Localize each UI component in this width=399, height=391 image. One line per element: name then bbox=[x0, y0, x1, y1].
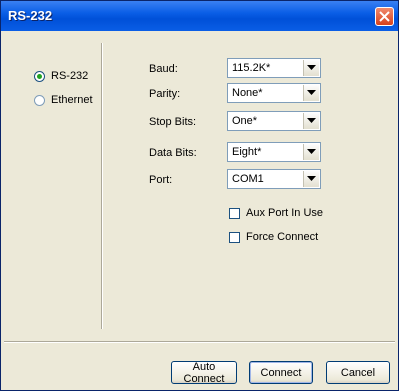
parity-label: Parity: bbox=[149, 88, 181, 100]
connect-button[interactable]: Connect bbox=[249, 361, 313, 384]
parity-value: None* bbox=[232, 87, 263, 99]
stop-bits-value: One* bbox=[232, 115, 258, 127]
cancel-button[interactable]: Cancel bbox=[326, 361, 390, 384]
horizontal-divider bbox=[4, 341, 395, 343]
aux-port-checkbox-row[interactable]: Aux Port In Use bbox=[229, 207, 323, 219]
radio-rs232[interactable]: RS-232 bbox=[34, 70, 88, 82]
data-bits-value: Eight* bbox=[232, 146, 262, 158]
chevron-down-icon bbox=[307, 90, 316, 95]
dropdown-button[interactable] bbox=[303, 85, 319, 101]
title-bar[interactable]: RS-232 bbox=[1, 1, 398, 31]
stop-bits-select[interactable]: One* bbox=[227, 111, 321, 131]
parity-select[interactable]: None* bbox=[227, 83, 321, 103]
data-bits-label: Data Bits: bbox=[149, 147, 197, 159]
window-title: RS-232 bbox=[8, 8, 53, 23]
chevron-down-icon bbox=[307, 65, 316, 70]
auto-connect-button[interactable]: Auto Connect bbox=[171, 361, 237, 385]
port-select[interactable]: COM1 bbox=[227, 169, 321, 189]
dialog-body: RS-232 Ethernet Baud: 115.2K* Parity: No… bbox=[4, 31, 395, 387]
dropdown-button[interactable] bbox=[303, 60, 319, 76]
dropdown-button[interactable] bbox=[303, 171, 319, 187]
radio-label-ethernet: Ethernet bbox=[51, 94, 93, 106]
force-connect-label: Force Connect bbox=[246, 231, 319, 243]
rs232-dialog: RS-232 RS-232 Ethernet Baud: 115.2K* Par… bbox=[0, 0, 399, 391]
radio-button[interactable] bbox=[34, 94, 45, 106]
force-connect-checkbox[interactable] bbox=[229, 231, 240, 243]
radio-ethernet[interactable]: Ethernet bbox=[34, 94, 93, 106]
dropdown-button[interactable] bbox=[303, 113, 319, 129]
data-bits-select[interactable]: Eight* bbox=[227, 142, 321, 162]
force-connect-checkbox-row[interactable]: Force Connect bbox=[229, 231, 318, 243]
port-value: COM1 bbox=[232, 173, 264, 185]
chevron-down-icon bbox=[307, 149, 316, 154]
baud-value: 115.2K* bbox=[232, 62, 271, 74]
aux-port-checkbox[interactable] bbox=[229, 207, 240, 219]
baud-label: Baud: bbox=[149, 63, 178, 75]
close-button[interactable] bbox=[375, 7, 394, 26]
aux-port-label: Aux Port In Use bbox=[246, 207, 324, 219]
radio-label-rs232: RS-232 bbox=[51, 70, 89, 82]
radio-button-selected[interactable] bbox=[34, 70, 45, 82]
vertical-divider bbox=[101, 43, 103, 329]
dropdown-button[interactable] bbox=[303, 144, 319, 160]
close-icon bbox=[379, 11, 390, 22]
baud-select[interactable]: 115.2K* bbox=[227, 58, 321, 78]
stop-bits-label: Stop Bits: bbox=[149, 116, 197, 128]
port-label: Port: bbox=[149, 174, 173, 186]
chevron-down-icon bbox=[307, 176, 316, 181]
chevron-down-icon bbox=[307, 118, 316, 123]
